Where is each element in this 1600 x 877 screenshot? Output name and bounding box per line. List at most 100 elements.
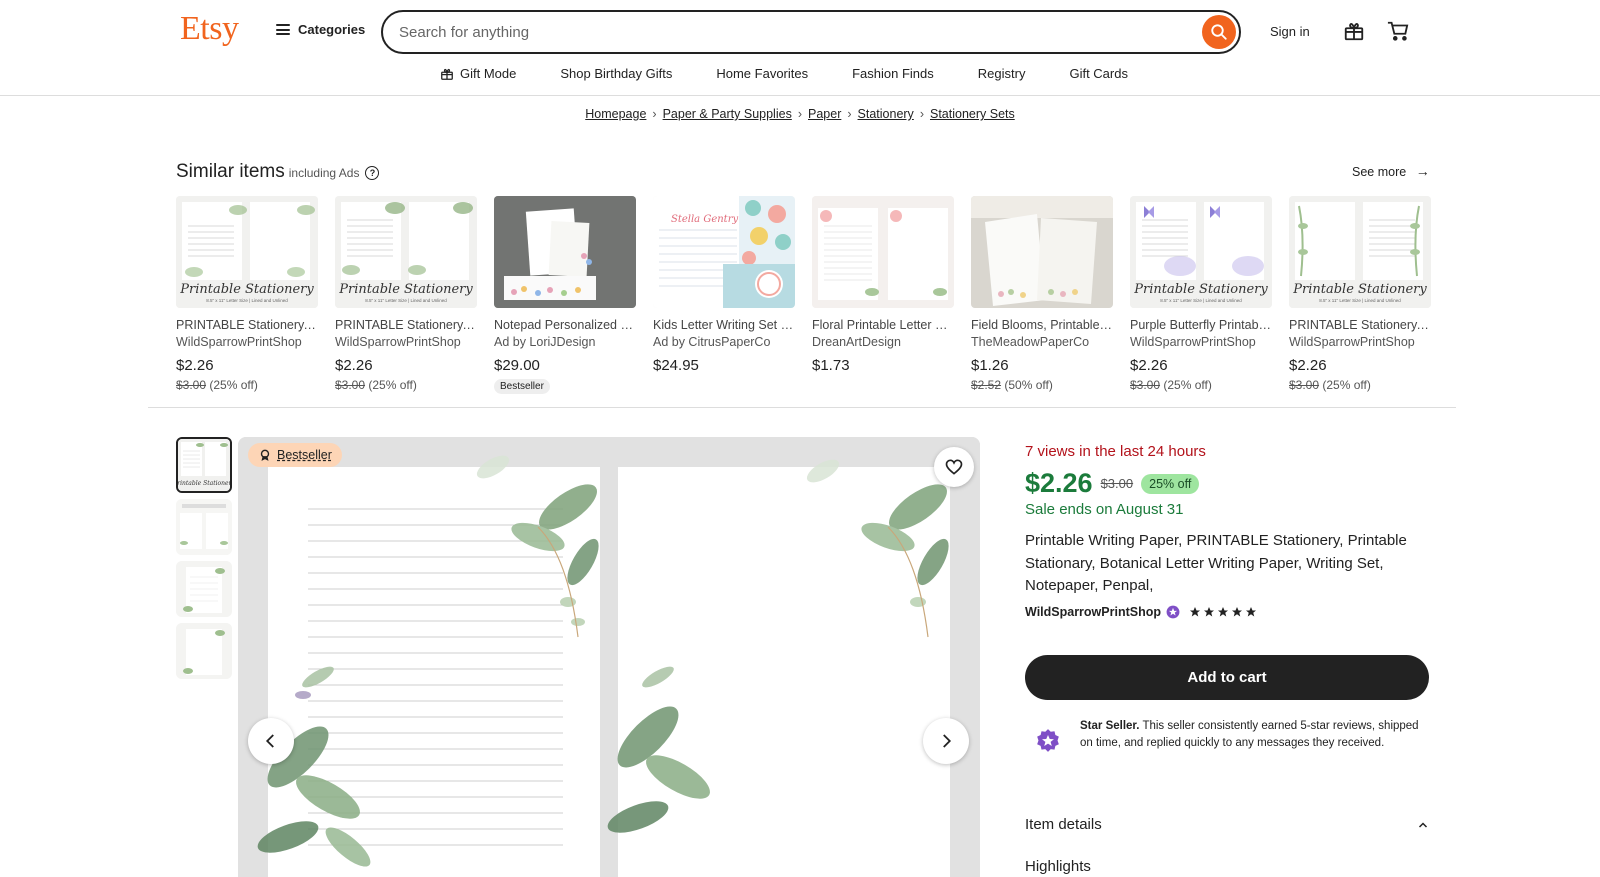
list-item[interactable]: Printable Stationery 8.5" x 11" Letter S… (335, 196, 477, 394)
list-item[interactable]: Floral Printable Letter Writing Paper Dr… (812, 196, 954, 394)
list-item[interactable]: Printable Stationery 8.5" x 11" Letter S… (176, 196, 318, 394)
thumbnail-caption: Printable Stationery (1134, 282, 1268, 297)
thumbnail-caption-sub: 8.5" x 11" Letter Size | Lined and Unlin… (206, 298, 288, 303)
list-item[interactable]: Stella Gentry Kids Letter Writing Set Pe… (653, 196, 795, 394)
breadcrumb-stationery[interactable]: Stationery (858, 107, 914, 121)
card-price: $2.26 (1130, 357, 1168, 374)
strikethrough-price: $3.00 (176, 378, 207, 392)
list-item[interactable]: Printable Stationery 8.5" x 11" Letter S… (1289, 196, 1431, 394)
see-more-link[interactable]: See more → (1352, 163, 1430, 179)
strikethrough-price: $3.00 (335, 378, 366, 392)
bestseller-badge: Bestseller (494, 379, 550, 394)
card-title[interactable]: Floral Printable Letter Writing Paper (812, 318, 954, 332)
subnav-gift-cards[interactable]: Gift Cards (1069, 66, 1128, 81)
views-counter: 7 views in the last 24 hours (1025, 443, 1206, 460)
item-details-toggle[interactable]: Item details (1025, 816, 1429, 833)
thumbnail-caption-sub: 8.5" x 11" Letter Size | Lined and Unlin… (1160, 298, 1242, 303)
card-shop: WildSparrowPrintShop (1289, 335, 1415, 349)
favorite-button[interactable] (934, 447, 974, 487)
etsy-logo[interactable]: Etsy (180, 10, 239, 48)
product-thumbnail[interactable] (812, 196, 954, 308)
categories-button[interactable]: Categories (276, 22, 365, 37)
card-original-price: $3.00 (25% off) (176, 378, 318, 392)
product-thumbnail[interactable] (494, 196, 636, 308)
breadcrumb-stationery-sets[interactable]: Stationery Sets (930, 107, 1015, 121)
breadcrumb: Homepage › Paper & Party Supplies › Paper › St… (0, 107, 1600, 121)
sign-in-link[interactable]: Sign in (1270, 24, 1310, 39)
rating-stars[interactable] (1189, 606, 1257, 618)
breadcrumb-paper[interactable]: Paper (808, 107, 841, 121)
chevron-right-icon: › (919, 107, 924, 121)
section-divider (148, 407, 1456, 408)
card-title[interactable]: Notepad Personalized Wildflower (494, 318, 636, 332)
star-icon (1232, 607, 1242, 617)
add-to-cart-button[interactable]: Add to cart (1025, 655, 1429, 700)
gallery-thumb-3[interactable] (176, 561, 232, 617)
arrow-right-icon: → (1415, 163, 1430, 179)
card-shop: DreanArtDesign (812, 335, 901, 349)
breadcrumb-homepage[interactable]: Homepage (585, 107, 646, 121)
chevron-right-icon: › (797, 107, 802, 121)
product-thumbnail[interactable]: Printable Stationery 8.5" x 11" Letter S… (1289, 196, 1431, 308)
star-seller-icon (1166, 605, 1180, 619)
categories-label: Categories (298, 22, 366, 37)
shop-name-link[interactable]: WildSparrowPrintShop (1025, 605, 1161, 619)
next-image-button[interactable] (923, 718, 969, 764)
subnav-home-favorites[interactable]: Home Favorites (716, 66, 808, 81)
card-original-price: $3.00 (25% off) (1130, 378, 1272, 392)
card-title[interactable]: PRINTABLE Stationery, Printable Writing … (1289, 318, 1431, 332)
search-button[interactable] (1202, 15, 1236, 49)
original-price: $3.00 (1100, 476, 1134, 491)
product-thumbnail[interactable]: Printable Stationery 8.5" x 11" Letter S… (1130, 196, 1272, 308)
product-thumbnail[interactable]: Printable Stationery 8.5" x 11" Letter S… (335, 196, 477, 308)
highlights-heading: Highlights (1025, 858, 1091, 875)
discount-text: (25% off) (1322, 378, 1371, 392)
star-seller-label: Star Seller. (1080, 720, 1140, 732)
bestseller-badge[interactable]: Bestseller (248, 443, 342, 467)
card-price: $1.26 (971, 357, 1009, 374)
item-details-label: Item details (1025, 816, 1102, 833)
price-row: $2.26 $3.00 25% off (1025, 468, 1200, 499)
gallery-thumb-4[interactable] (176, 623, 232, 679)
product-thumbnail[interactable] (971, 196, 1113, 308)
subnav-birthday-gifts[interactable]: Shop Birthday Gifts (560, 66, 672, 81)
list-item[interactable]: Notepad Personalized Wildflower Ad by Lo… (494, 196, 636, 394)
card-price: $29.00 (494, 357, 540, 374)
subnav-gift-mode[interactable]: Gift Mode (440, 66, 516, 81)
strikethrough-price: $3.00 (1130, 378, 1161, 392)
similar-subtitle: including Ads (288, 166, 360, 180)
card-original-price: $3.00 (25% off) (1289, 378, 1431, 392)
card-title[interactable]: PRINTABLE Stationery, Printable Writing … (335, 318, 477, 332)
thumbnail-caption: Stella Gentry (671, 214, 739, 225)
list-item[interactable]: Printable Stationery 8.5" x 11" Letter S… (1130, 196, 1272, 394)
gallery-thumb-2[interactable] (176, 499, 232, 555)
breadcrumb-paper-party[interactable]: Paper & Party Supplies (663, 107, 792, 121)
subnav-fashion-finds[interactable]: Fashion Finds (852, 66, 934, 81)
product-thumbnail[interactable]: Printable Stationery 8.5" x 11" Letter S… (176, 196, 318, 308)
card-price: $2.26 (1289, 357, 1327, 374)
search-bar (381, 10, 1241, 54)
see-more-label: See more (1352, 165, 1407, 179)
card-title[interactable]: Field Blooms, Printable Stationery (971, 318, 1113, 332)
list-item[interactable]: Field Blooms, Printable Stationery TheMe… (971, 196, 1113, 394)
card-shop: Ad by LoriJDesign (494, 335, 596, 349)
heart-icon (945, 459, 963, 475)
star-icon (1246, 607, 1256, 617)
card-title[interactable]: Purple Butterfly Printable Stationery (1130, 318, 1272, 332)
gift-icon[interactable] (1343, 20, 1365, 45)
card-title[interactable]: Kids Letter Writing Set Personalized (653, 318, 795, 332)
subnav-registry[interactable]: Registry (978, 66, 1026, 81)
search-input[interactable] (399, 23, 1239, 41)
product-thumbnail[interactable]: Stella Gentry (653, 196, 795, 308)
sale-ends-text: Sale ends on August 31 (1025, 501, 1184, 518)
header: Etsy Categories Sign in Gift Mode Shop B… (0, 0, 1600, 96)
gallery-thumb-1[interactable]: Printable Stationery (176, 437, 232, 493)
chevron-up-icon (1418, 821, 1428, 828)
help-icon[interactable]: ? (365, 166, 380, 180)
previous-image-button[interactable] (248, 718, 294, 764)
star-icon (1218, 607, 1228, 617)
cart-icon[interactable] (1386, 20, 1410, 45)
card-title[interactable]: PRINTABLE Stationery, Printable Writing … (176, 318, 318, 332)
main-product-image[interactable] (238, 437, 980, 877)
discount-text: (25% off) (209, 378, 258, 392)
